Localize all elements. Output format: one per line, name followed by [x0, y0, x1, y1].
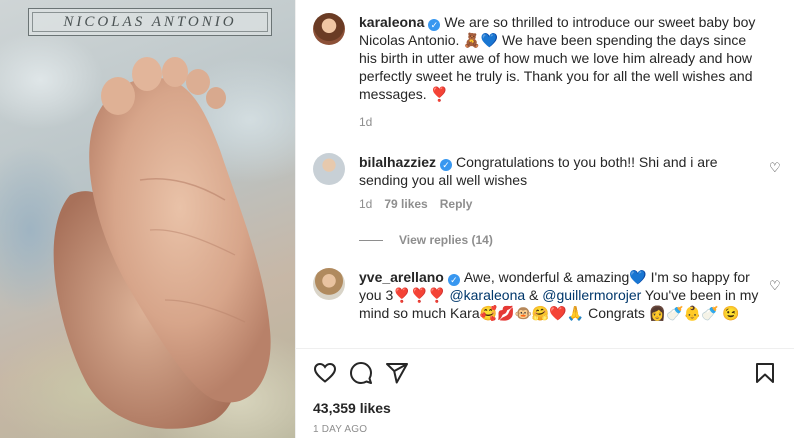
- mention-link[interactable]: @guillermorojer: [542, 287, 641, 303]
- view-replies-label[interactable]: View replies (14): [399, 233, 493, 247]
- comment-icon[interactable]: [349, 361, 373, 385]
- comment-body: yve_arellano ✓ Awe, wonderful & amazing💙 I…: [359, 268, 759, 322]
- likes-count[interactable]: 43,359 likes: [313, 400, 391, 416]
- avatar[interactable]: [313, 13, 345, 45]
- baby-feet-illustration: [53, 57, 271, 429]
- comment-like-heart-icon[interactable]: ♡: [769, 279, 781, 292]
- comment-text-block: bilalhazziez ✓ Congratulations to you both…: [359, 153, 759, 189]
- caption-body: karaleona ✓ We are so thrilled to introduc…: [359, 13, 759, 129]
- verified-badge-icon: ✓: [440, 159, 453, 171]
- comment-row: bilalhazziez ✓ Congratulations to you both…: [313, 153, 759, 211]
- comment-likes[interactable]: 79 likes: [384, 197, 427, 211]
- paper-plane-icon[interactable]: [385, 361, 409, 385]
- heart-icon[interactable]: [313, 361, 337, 385]
- comment-body: bilalhazziez ✓ Congratulations to you both…: [359, 153, 759, 211]
- instagram-post: NICOLAS ANTONIO karaleona ✓ We are so thri…: [0, 0, 794, 438]
- comment-thread[interactable]: karaleona ✓ We are so thrilled to introduc…: [296, 0, 794, 348]
- action-bar: [296, 348, 794, 396]
- comment-row: yve_arellano ✓ Awe, wonderful & amazing💙 I…: [313, 268, 759, 322]
- post-timestamp: 1 DAY AGO: [313, 424, 368, 435]
- comment-meta: 1d 79 likes Reply: [359, 197, 759, 211]
- caption-row: karaleona ✓ We are so thrilled to introduc…: [313, 13, 759, 129]
- caption-meta: 1d: [359, 115, 759, 129]
- caption-text-block: karaleona ✓ We are so thrilled to introduc…: [359, 13, 759, 103]
- caption-age: 1d: [359, 115, 373, 129]
- comment-text-block: yve_arellano ✓ Awe, wonderful & amazing💙 I…: [359, 268, 759, 322]
- post-side-panel: karaleona ✓ We are so thrilled to introduc…: [295, 0, 794, 438]
- comment-age: 1d: [359, 197, 373, 211]
- bookmark-icon[interactable]: [753, 361, 777, 385]
- comment-username[interactable]: yve_arellano: [359, 269, 444, 285]
- comment-like-heart-icon[interactable]: ♡: [769, 161, 781, 174]
- comment-text-part: &: [525, 287, 543, 303]
- reply-button[interactable]: Reply: [440, 197, 473, 211]
- replies-divider: [359, 239, 383, 241]
- avatar[interactable]: [313, 153, 345, 185]
- name-plate: NICOLAS ANTONIO: [28, 8, 272, 36]
- post-photo[interactable]: NICOLAS ANTONIO: [0, 0, 295, 438]
- avatar[interactable]: [313, 268, 345, 300]
- comment-username[interactable]: bilalhazziez: [359, 154, 436, 170]
- verified-badge-icon: ✓: [447, 274, 460, 286]
- verified-badge-icon: ✓: [428, 19, 441, 31]
- view-replies[interactable]: View replies (14): [359, 233, 493, 247]
- caption-username[interactable]: karaleona: [359, 14, 424, 30]
- mention-link[interactable]: @karaleona: [449, 287, 525, 303]
